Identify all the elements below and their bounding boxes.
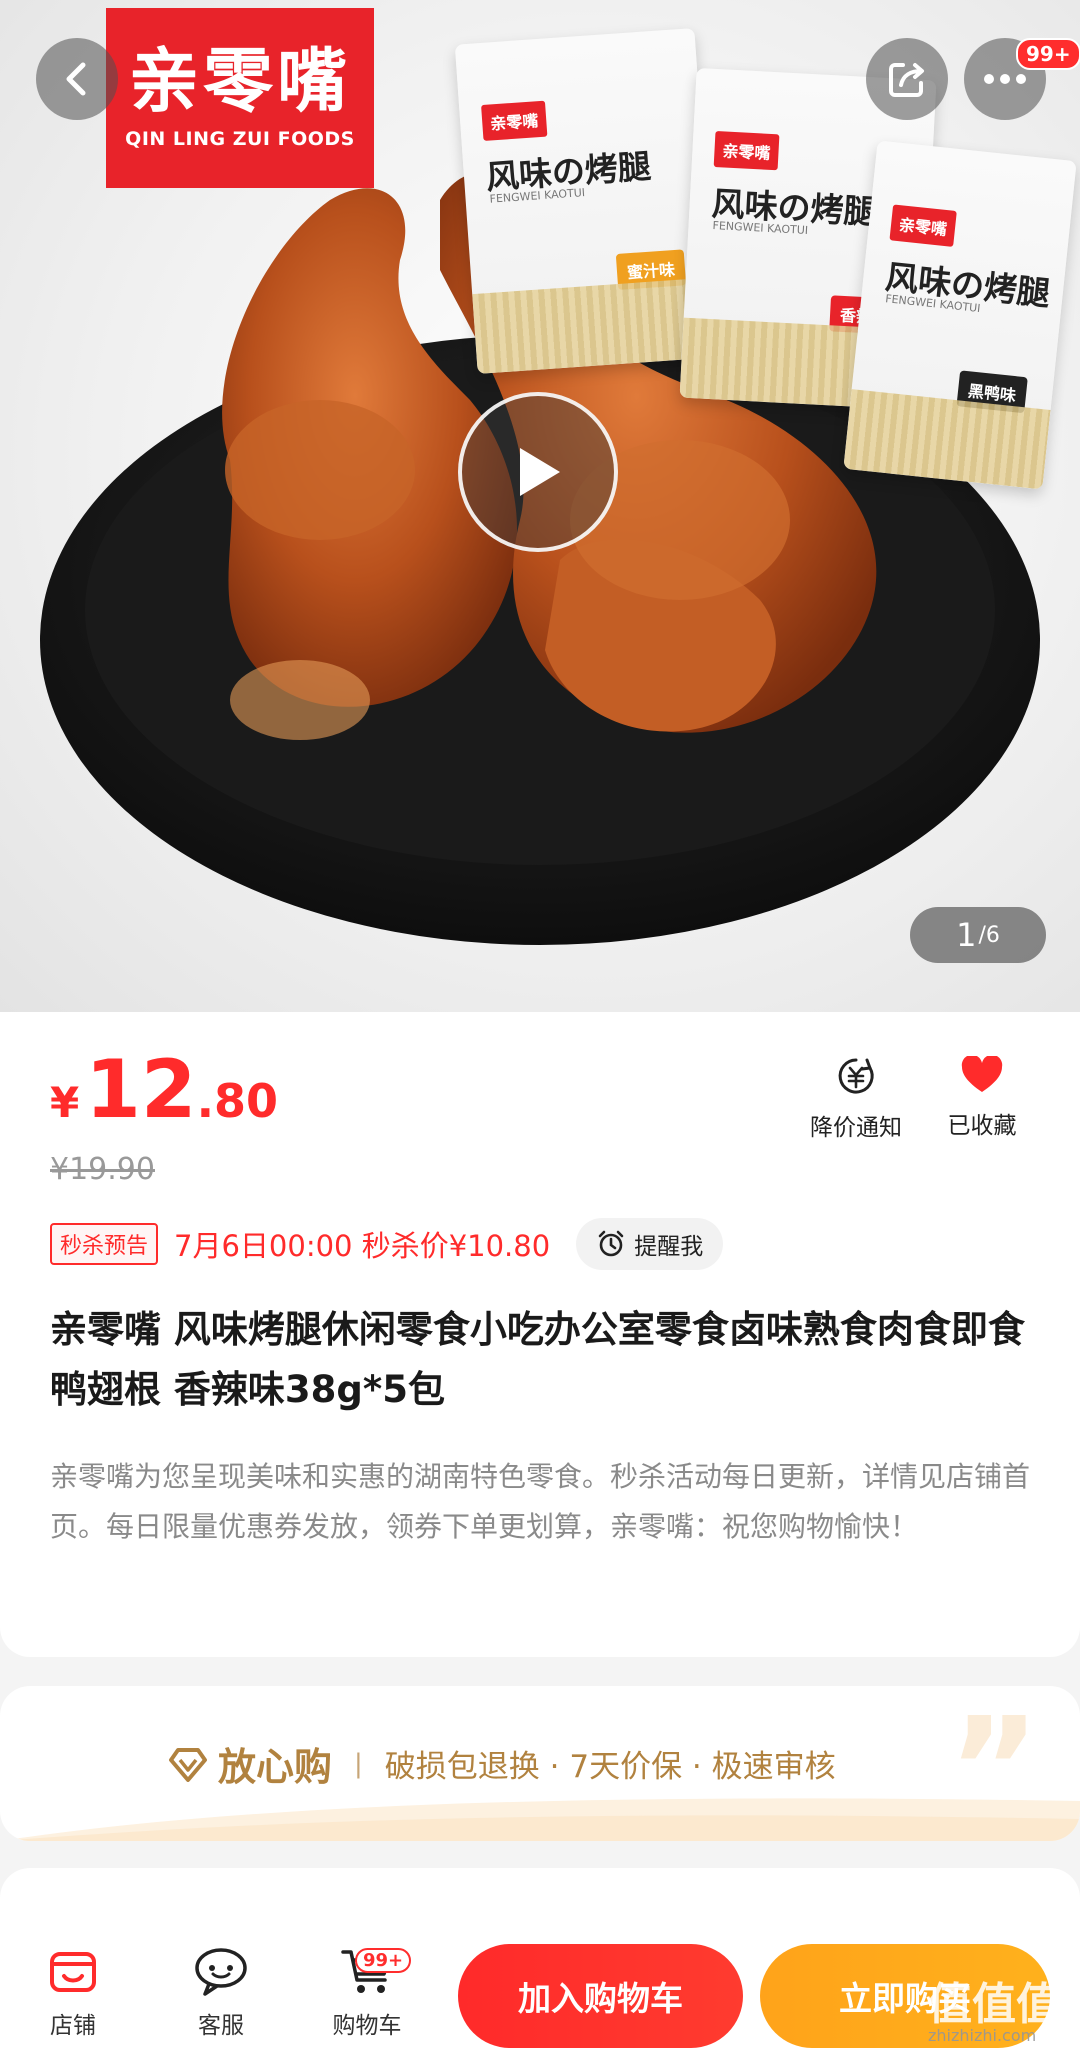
price-integer: 12 <box>85 1043 197 1136</box>
price-drop-alert-button[interactable]: 降价通知 <box>796 1056 916 1142</box>
tab-store-label: 店铺 <box>50 2013 96 2039</box>
package-brand: 亲零嘴 <box>713 131 780 171</box>
assurance-separator: | <box>354 1748 363 1779</box>
brand-logo-en: QIN LING ZUI FOODS <box>125 128 355 150</box>
share-icon <box>889 63 924 97</box>
product-title: 亲零嘴 风味烤腿休闲零食小吃办公室零食卤味熟食肉食即食鸭翅根 香辣味38g*5包 <box>50 1308 1025 1411</box>
message-count-badge: 99+ <box>1016 38 1080 70</box>
product-info-card: ¥ 12 .80 ¥19.90 降价通知 已收藏 秒杀预告 7月6日00:00 … <box>0 1012 1080 1657</box>
product-description: 亲零嘴为您呈现美味和实惠的湖南特色零食。秒杀活动每日更新，详情见店铺首页。每日限… <box>50 1460 1031 1543</box>
watermark-logo: 值值值 <box>928 1979 1060 2030</box>
current-price: ¥ 12 .80 <box>50 1050 278 1130</box>
price-decimal: .80 <box>196 1074 279 1128</box>
store-icon <box>50 1952 96 1992</box>
tab-customer-service[interactable]: 客服 <box>166 1946 276 2040</box>
cart-count-badge: 99+ <box>355 1948 412 1973</box>
watermark-url: zhizhizhi.com <box>928 2026 1037 2045</box>
alarm-clock-icon <box>598 1230 624 1257</box>
product-detail-page: 亲零嘴 风味の烤腿 FENGWEI KAOTUI 蜜汁味 亲零嘴 风味の烤腿 F… <box>0 0 1080 2068</box>
favorite-label: 已收藏 <box>947 1113 1017 1139</box>
remind-me-button[interactable]: 提醒我 <box>576 1218 724 1270</box>
diamond-heart-icon <box>169 1747 207 1782</box>
chevron-left-icon <box>66 62 86 96</box>
tab-store[interactable]: 店铺 <box>18 1946 128 2040</box>
assurance-row: 放心购 | 破损包退换 · 7天价保 · 极速审核 <box>168 1736 836 1791</box>
assurance-brand: 放心购 <box>218 1745 333 1789</box>
product-package: 亲零嘴 风味の烤腿 FENGWEI KAOTUI 黑鸭味 <box>843 140 1077 490</box>
image-counter-total: /6 <box>978 922 1000 948</box>
more-dots-icon <box>984 74 1026 84</box>
tab-cart-label: 购物车 <box>332 2013 402 2039</box>
remind-me-label: 提醒我 <box>634 1234 704 1260</box>
image-counter-current: 1 <box>956 916 977 954</box>
flash-sale-row: 秒杀预告 7月6日00:00 秒杀价¥10.80 提醒我 <box>50 1218 724 1270</box>
play-icon <box>520 448 560 496</box>
favorite-button[interactable]: 已收藏 <box>922 1056 1042 1140</box>
play-video-button[interactable] <box>458 392 618 552</box>
original-price: ¥19.90 <box>50 1152 155 1187</box>
back-button[interactable] <box>36 38 118 120</box>
heart-filled-icon <box>961 1056 1003 1092</box>
product-image-carousel[interactable]: 亲零嘴 风味の烤腿 FENGWEI KAOTUI 蜜汁味 亲零嘴 风味の烤腿 F… <box>0 0 1080 1012</box>
package-brand: 亲零嘴 <box>889 204 957 247</box>
price-drop-alert-icon <box>838 1058 874 1094</box>
bottom-action-bar: 店铺 客服 购物车 99+ 加入购物车 立即购买 <box>0 1868 1080 2068</box>
customer-service-icon <box>195 1948 247 1996</box>
brand-logo: 亲零嘴 QIN LING ZUI FOODS <box>106 8 374 188</box>
share-button[interactable] <box>866 38 948 120</box>
price-drop-alert-label: 降价通知 <box>810 1115 902 1141</box>
package-brand: 亲零嘴 <box>481 100 548 141</box>
tab-customer-service-label: 客服 <box>198 2013 244 2039</box>
brand-logo-cn: 亲零嘴 <box>129 40 351 122</box>
quote-mark-decoration: ” <box>947 1688 1040 1841</box>
product-package: 亲零嘴 风味の烤腿 FENGWEI KAOTUI 蜜汁味 <box>454 28 718 374</box>
flash-sale-time: 7月6日00:00 秒杀价¥10.80 <box>174 1229 551 1263</box>
flash-sale-tag: 秒杀预告 <box>50 1223 159 1265</box>
add-to-cart-button[interactable]: 加入购物车 <box>458 1944 743 2048</box>
image-counter: 1 /6 <box>910 907 1046 963</box>
assurance-items: 破损包退换 · 7天价保 · 极速审核 <box>384 1749 836 1785</box>
price-currency: ¥ <box>50 1078 80 1127</box>
package-stripe <box>472 277 718 374</box>
assurance-banner[interactable]: ” 放心购 | 破损包退换 · 7天价保 · 极速审核 <box>0 1686 1080 1841</box>
